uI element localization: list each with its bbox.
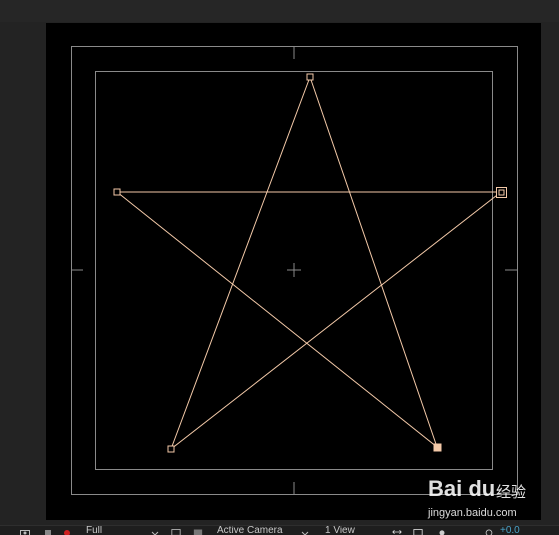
viewer-toolbar: Full Active Camera 1 View +0.0 [0, 525, 559, 535]
panel-tab-strip [0, 0, 559, 23]
path-vertex-right-first[interactable] [496, 187, 507, 198]
composition-viewer-panel: Full Active Camera 1 View +0.0 Bai du 经验… [0, 0, 559, 535]
show-snapshot-icon[interactable] [44, 528, 54, 535]
toggle-pixel-aspect-icon[interactable] [392, 528, 402, 535]
resolution-dropdown[interactable]: Full [86, 526, 102, 535]
views-dropdown[interactable]: 1 View [325, 526, 355, 535]
transparency-grid-icon[interactable] [193, 528, 203, 535]
watermark-suffix: 经验 [496, 483, 527, 501]
watermark-brand: Bai du [428, 476, 496, 501]
camera-chevron-down-icon [301, 531, 309, 535]
exposure-value[interactable]: +0.0 [500, 526, 520, 535]
chevron-down-icon [151, 531, 159, 535]
composition-canvas[interactable] [0, 22, 559, 525]
snapshot-camera-icon[interactable] [20, 528, 30, 535]
path-vertex-left[interactable] [113, 188, 121, 196]
path-vertex-bottom-left[interactable] [167, 445, 175, 453]
watermark-url: jingyan.baidu.com [428, 507, 517, 519]
region-of-interest-icon[interactable] [171, 528, 181, 535]
path-vertex-bottom-right-selected[interactable] [433, 443, 442, 452]
baidu-jingyan-watermark: Bai du 经验 jingyan.baidu.com [424, 470, 554, 525]
camera-dropdown[interactable]: Active Camera [217, 526, 283, 535]
viewer-area[interactable] [0, 22, 559, 525]
record-dot-icon[interactable] [62, 528, 72, 535]
timeline-icon[interactable] [437, 528, 447, 535]
path-vertex-top[interactable] [306, 73, 314, 81]
reset-exposure-icon[interactable] [484, 528, 494, 535]
fast-previews-icon[interactable] [413, 528, 423, 535]
